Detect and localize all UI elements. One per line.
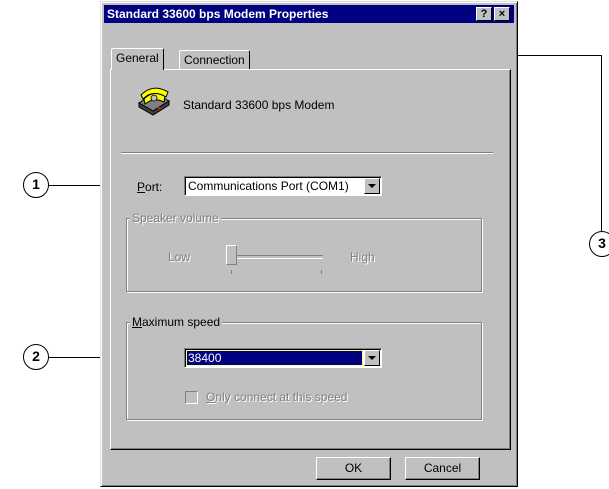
window-title: Standard 33600 bps Modem Properties [107,7,329,21]
maximum-speed-dropdown-button[interactable] [364,350,380,366]
port-select[interactable]: Communications Port (COM1) [184,176,382,196]
port-label: Port: [137,180,163,194]
callout-2: 2 [23,344,49,370]
ok-button[interactable]: OK [316,457,391,480]
port-label-text: ort: [145,180,163,194]
tab-general[interactable]: General [111,48,164,70]
port-dropdown-button[interactable] [364,178,380,194]
maximum-speed-group [126,322,482,420]
general-tab-panel: Standard 33600 bps Modem Port: Communica… [110,69,511,450]
help-button[interactable]: ? [476,7,492,21]
maximum-speed-legend: Maximum speed [130,315,223,329]
maximum-speed-select[interactable]: 38400 [184,348,382,368]
speaker-high-label: High [350,250,375,264]
device-name: Standard 33600 bps Modem [183,98,335,112]
maximum-speed-value: 38400 [188,351,222,365]
only-connect-label[interactable]: Only connect at this speed [206,390,347,404]
callout-3-leader-vertical [601,55,602,232]
close-button[interactable]: × [494,7,510,21]
cancel-button[interactable]: Cancel [405,457,480,480]
tab-connection[interactable]: Connection [179,50,250,69]
port-select-value: Communications Port (COM1) [188,179,349,193]
chevron-down-icon [368,184,376,188]
speaker-volume-legend: Speaker volume [130,211,221,225]
volume-tick-high [321,270,322,274]
title-bar[interactable]: Standard 33600 bps Modem Properties ? × [104,5,514,23]
telephone-modem-icon [138,87,170,116]
volume-slider-thumb[interactable] [226,245,237,265]
callout-3: 3 [589,231,609,257]
callout-1: 1 [23,172,49,198]
modem-properties-dialog: Standard 33600 bps Modem Properties ? × … [100,1,518,487]
volume-slider-track[interactable] [227,255,323,259]
maximum-speed-legend-text: aximum speed [142,315,221,329]
volume-tick-low [231,270,232,274]
speaker-low-label: Low [168,250,191,264]
only-connect-label-text: nly connect at this speed [215,390,348,404]
chevron-down-icon [368,356,376,360]
separator [121,152,493,154]
only-connect-checkbox[interactable] [185,391,198,404]
